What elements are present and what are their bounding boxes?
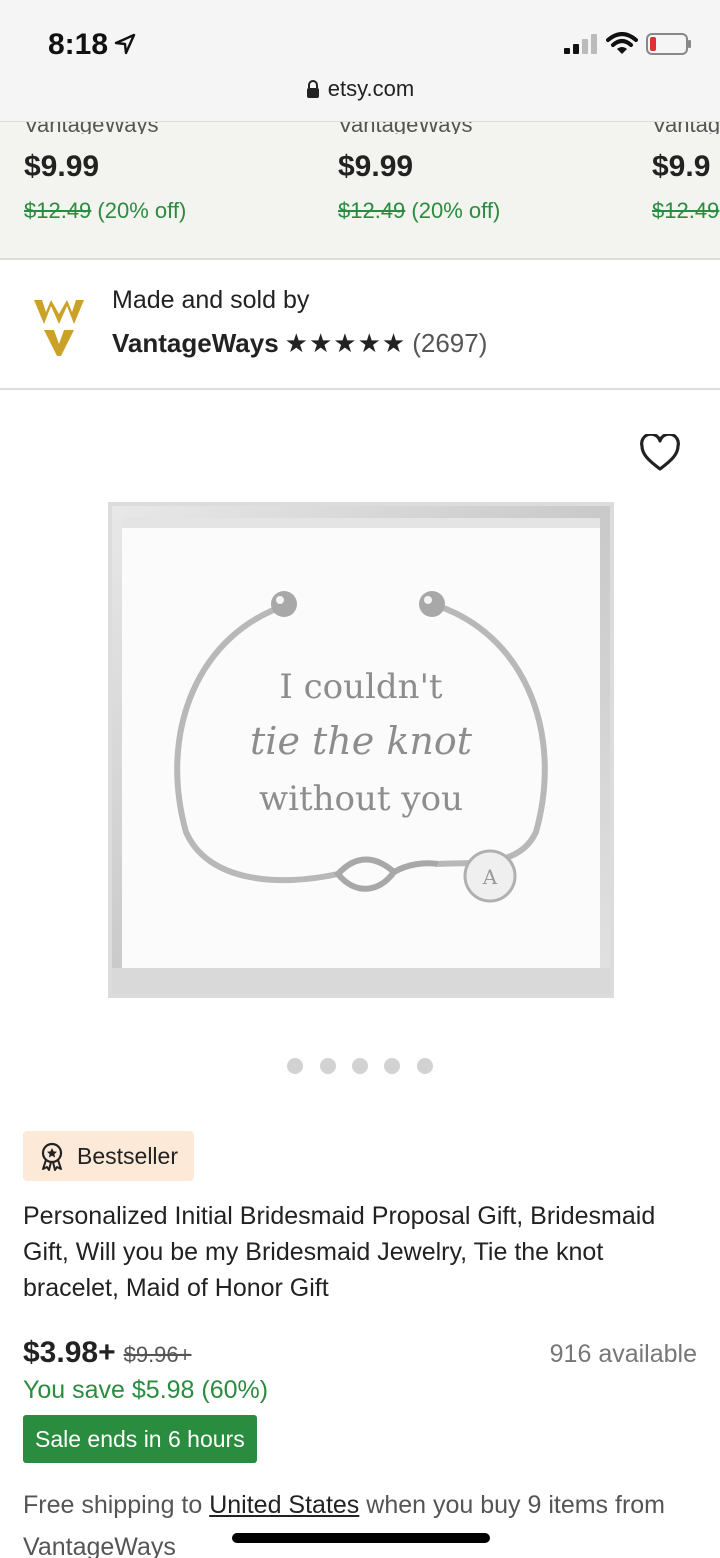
battery-icon <box>646 33 691 55</box>
gallery-pagination <box>0 1058 720 1079</box>
home-indicator[interactable] <box>232 1533 490 1543</box>
shipping-info: Free shipping to United States when you … <box>23 1484 703 1558</box>
location-arrow-icon <box>114 33 136 55</box>
seller-row[interactable]: Made and sold by VantageWays ★★★★★ (2697) <box>0 262 720 390</box>
shop-name-link[interactable]: VantageWays <box>112 328 279 358</box>
lock-icon <box>306 80 319 98</box>
shop-logo <box>34 300 84 356</box>
seller-info: VantageWays ★★★★★ (2697) <box>112 328 487 359</box>
image-text-line2: tie the knot <box>250 719 473 763</box>
original-price: $9.96+ <box>123 1342 192 1367</box>
related-item-shop: VantageWays <box>24 122 324 134</box>
rating-stars: ★★★★★ <box>284 328 407 358</box>
review-count[interactable]: (2697) <box>412 328 487 358</box>
related-item-shop: Vantag <box>652 122 720 134</box>
related-item[interactable]: VantageWays $9.99 $12.49 (20% off) <box>24 122 324 224</box>
sale-price: $3.98+ <box>23 1336 116 1369</box>
stock-available: 916 available <box>549 1340 697 1368</box>
related-item-discount: (20% off) <box>97 198 187 223</box>
related-item-original: $12.49 <box>652 198 720 224</box>
product-gallery[interactable]: A I couldn't tie the knot without you <box>0 392 720 1092</box>
related-item[interactable]: VantageWays $9.99 $12.49 (20% off) <box>338 122 638 224</box>
gallery-dot[interactable] <box>287 1058 304 1074</box>
shipping-country-link[interactable]: United States <box>209 1491 359 1519</box>
savings-text: You save $5.98 (60%) <box>23 1376 269 1404</box>
shipping-prefix: Free shipping to <box>23 1491 210 1519</box>
status-time: 8:18 <box>48 28 109 61</box>
badge-label: Bestseller <box>77 1142 178 1169</box>
related-item-original-price: $12.49 <box>24 198 92 223</box>
related-item-original: $12.49 (20% off) <box>24 198 324 224</box>
wifi-icon <box>606 32 638 54</box>
listing-title: Personalized Initial Bridesmaid Proposal… <box>23 1202 656 1302</box>
related-item-shop: VantageWays <box>338 122 638 134</box>
favorite-heart-icon[interactable] <box>640 434 680 472</box>
price-row: $3.98+ $9.96+ 916 available <box>23 1336 697 1372</box>
charm-letter: A <box>482 865 498 889</box>
image-text-line1: I couldn't <box>279 667 443 707</box>
award-ribbon-icon <box>41 1142 63 1171</box>
related-item-original: $12.49 (20% off) <box>338 198 638 224</box>
related-item-price: $9.99 <box>24 150 100 183</box>
related-items-strip: VantageWays $9.99 $12.49 (20% off) Vanta… <box>0 122 720 260</box>
related-item-discount: (20% off) <box>411 198 501 223</box>
related-item-price: $9.9 <box>652 150 711 183</box>
cellular-signal-icon <box>564 34 597 54</box>
address-bar[interactable]: etsy.com <box>0 76 720 102</box>
bestseller-badge: Bestseller <box>23 1131 194 1181</box>
browser-chrome: 8:18 etsy.com <box>0 0 720 122</box>
made-by-label: Made and sold by <box>112 286 310 314</box>
gallery-dot[interactable] <box>384 1058 401 1074</box>
related-item[interactable]: Vantag $9.9 $12.49 <box>652 122 720 224</box>
related-item-price: $9.99 <box>338 150 414 183</box>
gallery-dot[interactable] <box>319 1058 336 1074</box>
gallery-dot[interactable] <box>352 1058 368 1074</box>
url-text: etsy.com <box>327 76 415 101</box>
image-text-line3: without you <box>259 779 463 819</box>
sale-ends-badge: Sale ends in 6 hours <box>23 1415 257 1463</box>
gallery-dot[interactable] <box>416 1058 433 1074</box>
product-image[interactable]: A I couldn't tie the knot without you <box>108 502 614 998</box>
related-item-original-price: $12.49 <box>338 198 406 223</box>
related-item-original-price: $12.49 <box>652 198 720 223</box>
